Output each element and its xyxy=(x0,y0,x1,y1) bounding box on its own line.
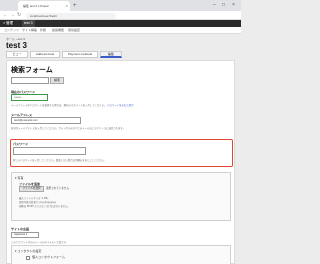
language-label: サイトの言語 xyxy=(11,227,30,231)
subnav-item-config[interactable]: 環境設定 xyxy=(68,27,80,34)
admin-toolbar: ≡ 管理 test 3 xyxy=(0,20,241,27)
picture-details: ▾ 写真 ファイルを追加 ファイルを選択 選択されていません 最大ファイルサイズ… xyxy=(11,172,231,221)
new-tab-icon[interactable]: + xyxy=(73,1,77,11)
back-icon[interactable]: ← xyxy=(3,11,8,20)
browser-tab[interactable]: 編集 test 3 | Drupal × xyxy=(18,1,70,11)
maximize-icon[interactable]: □ xyxy=(222,0,225,11)
toolbar-user[interactable]: test 3 xyxy=(22,20,35,27)
tab-address-book[interactable]: Address book xyxy=(30,51,60,58)
minimize-icon[interactable]: – xyxy=(213,0,216,11)
subnav-item-extend[interactable]: 拡張機能 xyxy=(52,27,64,34)
close-window-icon[interactable]: × xyxy=(232,0,235,11)
toolbar-menu[interactable]: ≡ 管理 xyxy=(3,20,13,27)
language-help: このアカウントからのメールのデフォルト言語です。 xyxy=(11,241,69,244)
tab-edit[interactable]: 編集 xyxy=(100,51,122,58)
choose-file-button[interactable]: ファイルを選択 xyxy=(19,186,44,192)
current-password-input[interactable]: •••••••• xyxy=(11,94,48,101)
email-help: 有効なメールアドレスを入力してください。サイトからのすべてのメールはこのアドレス… xyxy=(11,127,126,130)
password-label: パスワード xyxy=(13,142,29,146)
language-select[interactable]: Japanese ▾ xyxy=(11,232,39,238)
contact-details: ▾ コンタクトの設定 個人コンタクトフォーム xyxy=(11,245,231,264)
contact-checkbox-label: 個人コンタクトフォーム xyxy=(32,255,65,259)
email-field[interactable]: test3@example.com xyxy=(11,117,81,124)
admin-subnav: コンテンツ サイト構築 外観 拡張機能 環境設定 xyxy=(0,27,241,34)
subnav-item-structure[interactable]: サイト構築 xyxy=(22,27,37,34)
search-button[interactable]: 検索 xyxy=(50,77,64,84)
address-bar: ← → ↻ localhost/user/3/edit xyxy=(0,11,241,20)
subnav-item-content[interactable]: コンテンツ xyxy=(4,27,19,34)
url-field[interactable]: localhost/user/3/edit xyxy=(26,12,116,19)
password-input[interactable] xyxy=(13,147,86,155)
reload-icon[interactable]: ↻ xyxy=(17,11,21,20)
current-password-help: メールアドレスやパスワードを変更する場合は、現在のパスワードを入力してください。… xyxy=(11,104,134,107)
tab-payment-methods[interactable]: Payment methods xyxy=(62,51,98,58)
picture-summary[interactable]: ▾ 写真 xyxy=(15,176,23,180)
user-edit-form: 検索フォーム 検索 現在のパスワード •••••••• メールアドレスやパスワー… xyxy=(6,60,235,264)
tab-view[interactable]: ビュー xyxy=(6,51,28,58)
search-form-heading: 検索フォーム xyxy=(11,67,53,74)
password-help: 新しいパスワードを入力してください。変更しない場合は空欄のままにしてください。 xyxy=(13,159,106,162)
file-status: 選択されていません xyxy=(46,187,70,190)
forgot-password-link[interactable]: パスワードを忘れた場合 xyxy=(107,104,133,107)
page-title: test 3 xyxy=(6,41,27,50)
forward-icon[interactable]: → xyxy=(10,11,15,20)
file-help-dims: 画像は 85×85 より大きくなければなりません。 xyxy=(19,205,70,208)
search-input[interactable] xyxy=(11,77,49,84)
browser-tab-strip: 編集 test 3 | Drupal × + – □ × xyxy=(0,0,241,11)
contact-checkbox[interactable] xyxy=(26,256,30,260)
close-tab-icon[interactable]: × xyxy=(66,1,68,11)
contact-summary[interactable]: ▾ コンタクトの設定 xyxy=(15,249,41,253)
browser-tab-title: 編集 test 3 | Drupal xyxy=(23,4,49,8)
subnav-item-appearance[interactable]: 外観 xyxy=(40,27,46,34)
